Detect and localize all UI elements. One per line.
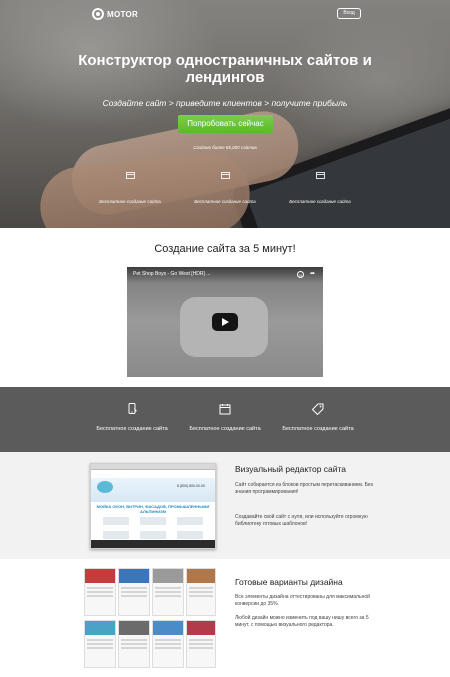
mock-logo xyxy=(97,481,113,493)
mobile-icon xyxy=(128,403,137,414)
calendar-icon xyxy=(219,404,231,415)
templates-paragraph: Любой дизайн можно изменить под вашу ниш… xyxy=(235,615,369,628)
try-now-button[interactable]: Попробовать сейчас xyxy=(178,115,273,133)
template-thumbnail[interactable] xyxy=(152,568,184,616)
template-thumbnail[interactable] xyxy=(118,568,150,616)
template-thumbnails xyxy=(84,568,216,668)
mock-row xyxy=(91,514,215,528)
strip-feature-label: Бесплатное создание сайта xyxy=(282,426,354,432)
hero-feature-label: Бесплатное создание сайта xyxy=(99,199,161,204)
hero-features: Бесплатное создание сайта Бесплатное соз… xyxy=(90,172,360,205)
features-strip: Бесплатное создание сайта Бесплатное соз… xyxy=(0,387,450,452)
editor-screenshot: · · · · · · · · 8 (800) 800-00-00 МОЙКА … xyxy=(90,463,216,549)
hero-feature: Бесплатное создание сайта xyxy=(185,172,265,205)
hero-title: Конструктор одностраничных сайтов и ленд… xyxy=(78,52,372,86)
browser-icon xyxy=(315,172,325,179)
mock-toolbar xyxy=(91,540,215,548)
templates-title: Готовые варианты дизайна xyxy=(235,577,343,587)
mock-nav: · · · · · · · · xyxy=(95,472,109,476)
editor-section: · · · · · · · · 8 (800) 800-00-00 МОЙКА … xyxy=(0,452,450,559)
templates-section: Готовые варианты дизайна Все элементы ди… xyxy=(0,559,450,677)
editor-title: Визуальный редактор сайта xyxy=(235,464,347,474)
strip-feature: Бесплатное создание сайта xyxy=(180,403,270,433)
template-thumbnail[interactable] xyxy=(152,620,184,668)
strip-feature: Бесплатное создание сайта xyxy=(87,403,177,433)
strip-feature-label: Бесплатное создание сайта xyxy=(189,426,261,432)
template-thumbnail[interactable] xyxy=(118,620,150,668)
gear-icon xyxy=(92,8,104,20)
template-thumbnail[interactable] xyxy=(84,568,116,616)
hero-section: MOTOR Вход Конструктор одностраничных са… xyxy=(0,0,450,228)
tag-icon xyxy=(311,403,324,416)
strip-feature-label: Бесплатное создание сайта xyxy=(96,426,168,432)
hero-feature-label: Бесплатное создание сайта xyxy=(194,199,256,204)
strip-feature: Бесплатное создание сайта xyxy=(273,403,363,433)
hero-feature: Бесплатное создание сайта xyxy=(90,172,170,205)
video-player[interactable]: Pet Shop Boys - Go West [HDR] ... ◷ ➦ xyxy=(127,267,323,377)
mock-header: 8 (800) 800-00-00 xyxy=(91,478,215,502)
editor-paragraph: Создавайте свой сайт с нуля, или использ… xyxy=(235,514,368,527)
template-thumbnail[interactable] xyxy=(84,620,116,668)
hero-feature: Бесплатное создание сайта xyxy=(280,172,360,205)
share-icon[interactable]: ➦ xyxy=(309,271,316,278)
templates-paragraph: Все элементы дизайна оттестированы для м… xyxy=(235,594,370,607)
hero-subtitle: Создайте сайт > приведите клиентов > пол… xyxy=(102,98,348,108)
mock-phone: 8 (800) 800-00-00 xyxy=(176,484,205,488)
sites-created-note: Создано более 85,000 сайтов xyxy=(193,145,257,150)
mock-heading: МОЙКА ОКОН, ВИТРИН, ФАСАДОВ, ПРОМЫШЛЕННЫ… xyxy=(96,504,210,514)
video-title[interactable]: Pet Shop Boys - Go West [HDR] ... xyxy=(133,271,210,277)
logo[interactable]: MOTOR xyxy=(92,8,138,20)
video-section-title: Создание сайта за 5 минут! xyxy=(154,243,296,255)
play-icon[interactable] xyxy=(212,313,238,331)
hero-feature-label: Бесплатное создание сайта xyxy=(289,199,351,204)
browser-icon xyxy=(220,172,230,179)
editor-paragraph: Сайт собирается из блоков простым перета… xyxy=(235,482,373,495)
clock-icon[interactable]: ◷ xyxy=(297,271,304,278)
template-thumbnail[interactable] xyxy=(186,568,216,616)
logo-text: MOTOR xyxy=(107,9,139,19)
template-thumbnail[interactable] xyxy=(186,620,216,668)
login-button[interactable]: Вход xyxy=(337,8,361,19)
browser-icon xyxy=(125,172,135,179)
